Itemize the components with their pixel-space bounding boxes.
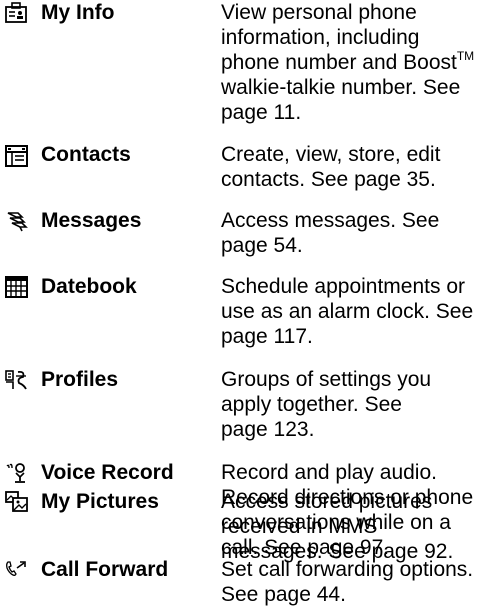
- datebook-icon: [4, 275, 30, 299]
- messages-icon: [4, 209, 30, 233]
- entry-name: My Pictures: [41, 490, 159, 513]
- entry-name: Messages: [41, 209, 142, 232]
- entry-description: Schedule appointments or use as an alarm…: [221, 275, 474, 348]
- entry-description: View personal phone information, includi…: [221, 1, 475, 124]
- entry-name: My Info: [41, 1, 115, 24]
- my-pictures-icon: [4, 490, 30, 514]
- my-info-icon: [4, 1, 30, 25]
- contacts-icon: [4, 144, 30, 168]
- entry-description: Set call forwarding options. See page 44…: [221, 558, 474, 606]
- entry-name: Voice Record: [41, 461, 174, 484]
- voice-record-icon: [4, 461, 30, 485]
- entry-name: Datebook: [41, 275, 137, 298]
- profiles-icon: [4, 368, 30, 392]
- entry-description: Groups of settings you apply together. S…: [221, 368, 432, 441]
- entry-description: Access stored pictures received in MMS m…: [221, 490, 454, 563]
- entry-name: Contacts: [41, 143, 131, 166]
- entry-name: Profiles: [41, 368, 119, 391]
- trademark-mark: TM: [456, 49, 475, 63]
- entry-description: Access messages. See page 54.: [221, 209, 440, 257]
- entry-name: Call Forward: [41, 558, 169, 581]
- call-forward-icon: [4, 558, 30, 582]
- entry-description: Create, view, store, edit contacts. See …: [221, 143, 441, 191]
